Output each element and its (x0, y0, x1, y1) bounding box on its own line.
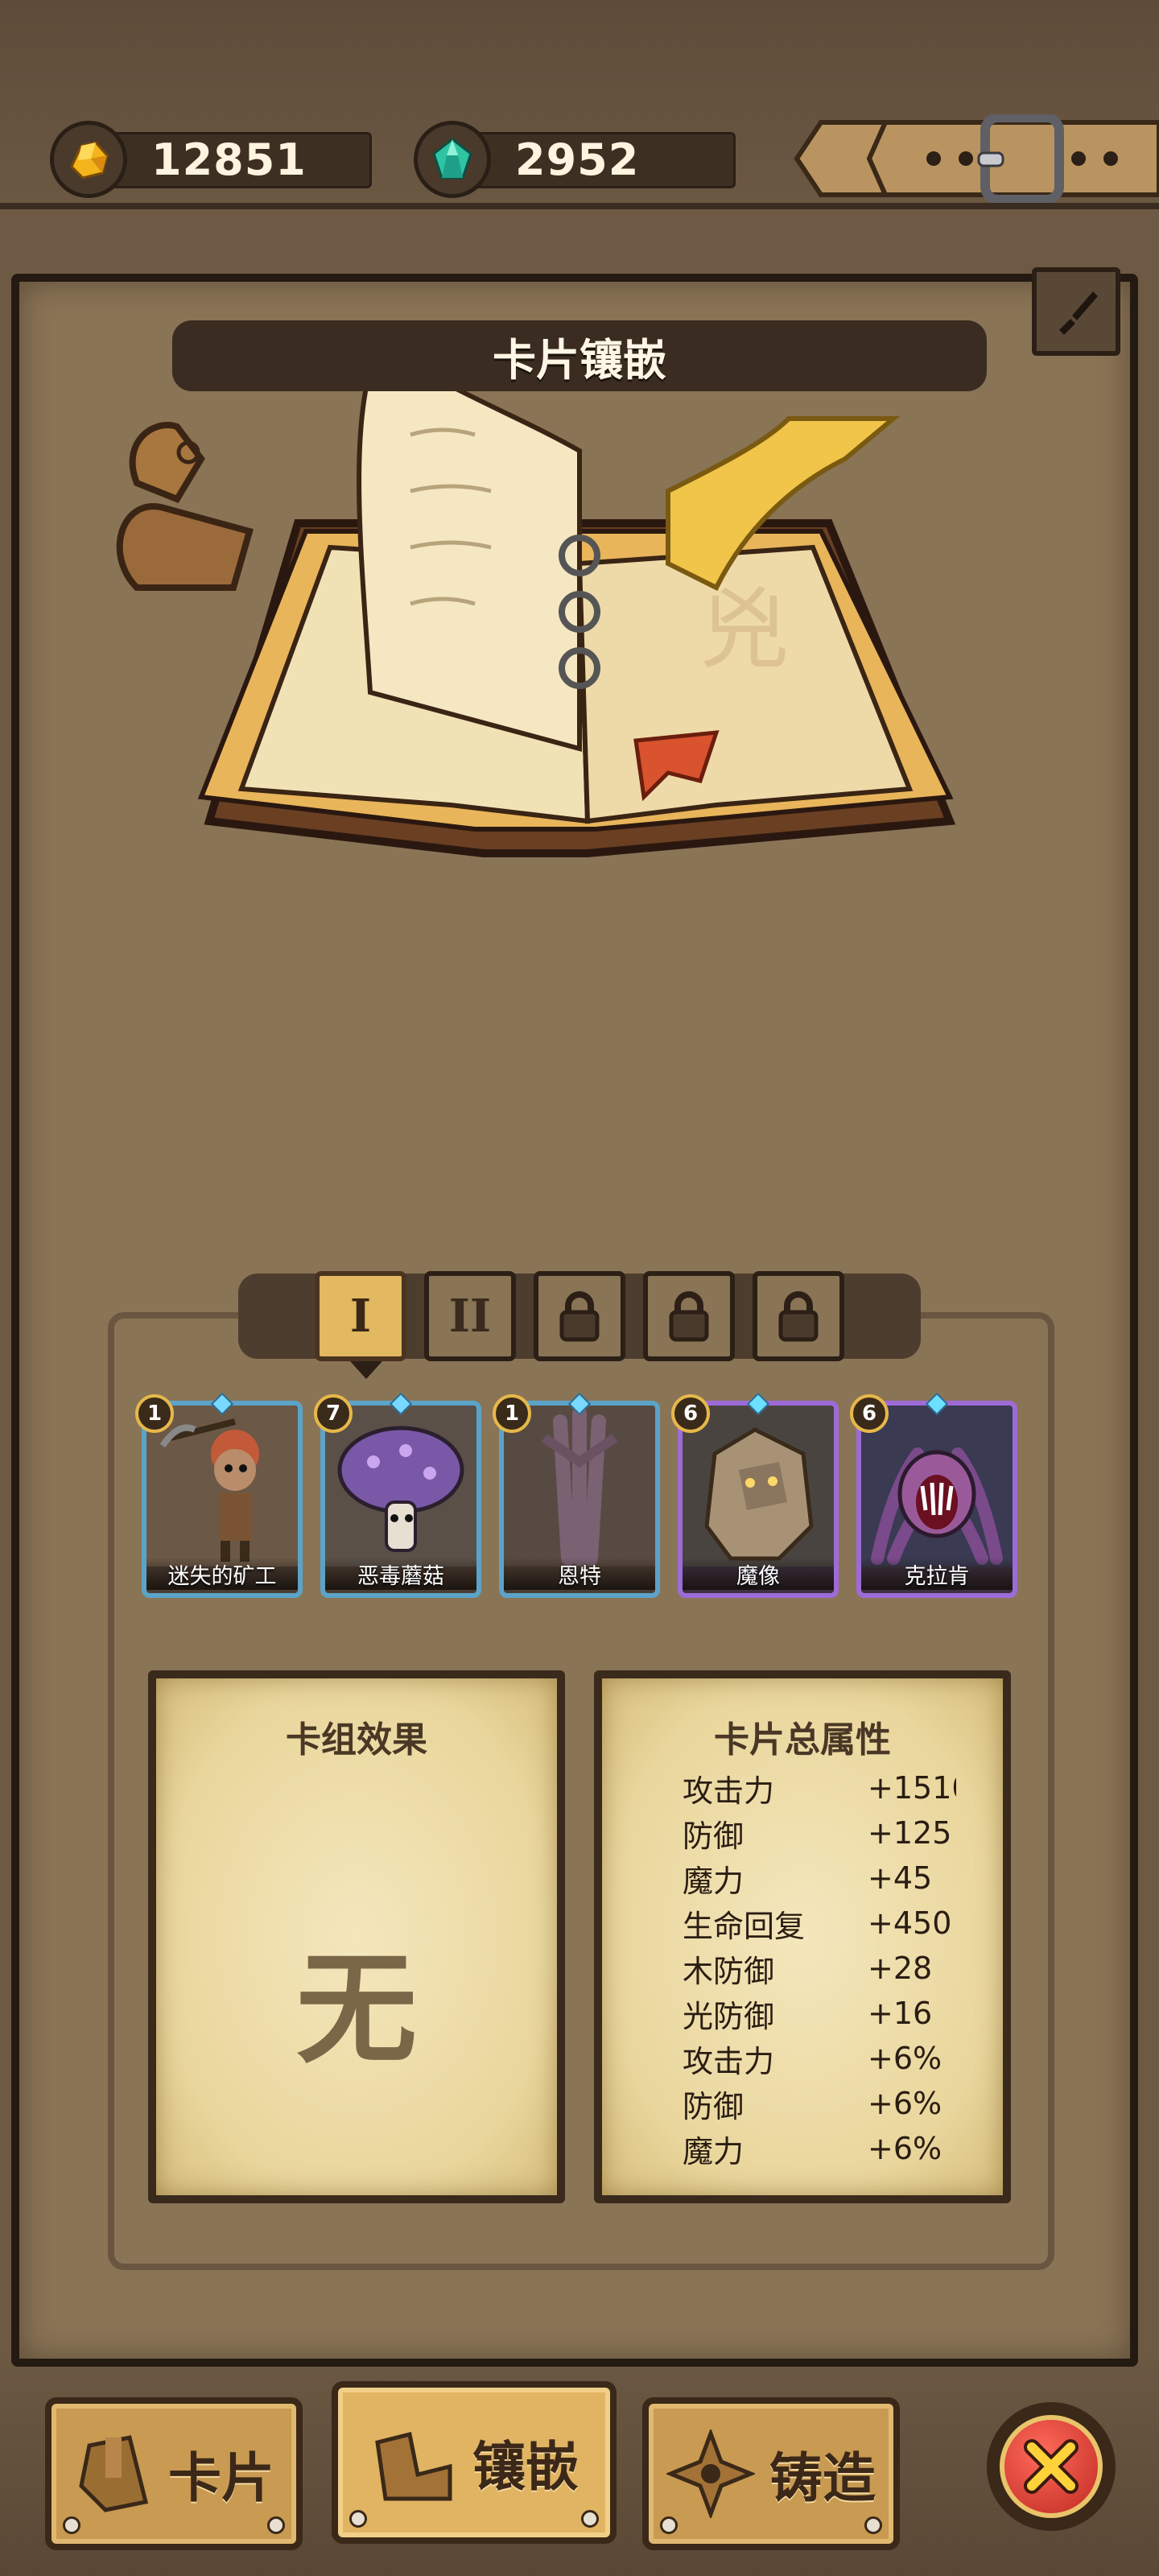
attribute-name: 魔力 (683, 1863, 744, 1899)
card-art-mushroom (325, 1406, 476, 1567)
card-name: 克拉肯 (861, 1558, 1013, 1590)
rivet (63, 2516, 80, 2534)
inlay-nav-button[interactable]: 镶嵌 (332, 2381, 617, 2544)
attribute-value: +6% (868, 2131, 942, 2166)
card-level-badge: 7 (314, 1394, 353, 1433)
close-button-face (1000, 2415, 1103, 2518)
deck-effect-panel: 卡组效果 无 (148, 1670, 565, 2203)
tab-page-2[interactable]: II (424, 1271, 516, 1361)
cards-nav-label: 卡片 (168, 2447, 274, 2509)
gold-value: 12851 (151, 134, 307, 185)
attribute-value: +28 (868, 1951, 933, 1986)
card-slot[interactable]: 6 克拉肯 (850, 1392, 1017, 1598)
strap-decoration (794, 114, 1159, 203)
forge-nav-label: 铸造 (769, 2447, 876, 2509)
attribute-value: +450 (868, 1905, 952, 1941)
edit-button[interactable] (1032, 267, 1120, 356)
close-icon (1024, 2439, 1079, 2494)
card-slot[interactable]: 1 迷失的矿工 (135, 1392, 303, 1598)
attribute-value: +45 (868, 1860, 933, 1896)
attribute-row: 木防御 +28 (683, 1946, 956, 1991)
card-art-ent (504, 1406, 655, 1567)
card-slot[interactable]: 1 恩特 (493, 1392, 660, 1598)
total-attributes-panel[interactable]: 卡片总属性 攻击力 +1510 防御 +125 魔力 +45 生命回复 +450 木防御… (594, 1670, 1011, 2203)
cards-nav-button[interactable]: 卡片 (45, 2397, 303, 2550)
rivet (267, 2516, 285, 2534)
gold-counter: 12851 (50, 121, 372, 198)
deck-effect-value: 无 (295, 1940, 417, 2080)
card-level-badge: 6 (850, 1394, 889, 1433)
title-bar: 卡片镶嵌 (172, 320, 987, 391)
inlay-nav-label: 镶嵌 (472, 2436, 579, 2498)
inlay-icon (375, 2431, 452, 2501)
attribute-row: 生命回复 +450 (683, 1901, 956, 1946)
card-name: 恶毒蘑菇 (325, 1558, 476, 1590)
attribute-value: +6% (868, 2086, 942, 2121)
attribute-row: 光防御 +16 (683, 1991, 956, 2036)
attribute-list[interactable]: 攻击力 +1510 防御 +125 魔力 +45 生命回复 +450 木防御 +28 光防… (683, 1765, 956, 2188)
attribute-value: +125 (868, 1815, 952, 1851)
card-art-kraken (861, 1406, 1013, 1567)
page-title: 卡片镶嵌 (493, 334, 666, 386)
attribute-value: +16 (868, 1996, 933, 2031)
attribute-name: 光防御 (683, 1998, 775, 2034)
attribute-name: 攻击力 (683, 2043, 775, 2079)
attribute-name: 防御 (683, 2088, 744, 2124)
card-icon (79, 2435, 149, 2512)
attribute-name: 魔力 (683, 2133, 744, 2169)
card-slots: 1 迷失的矿工 7 恶毒蘑菇 1 恩特 6 魔像 6 克拉肯 (135, 1392, 1027, 1602)
attribute-row: 防御 +125 (683, 1810, 956, 1856)
total-attributes-title: 卡片总属性 (714, 1719, 891, 1761)
brush-icon (1059, 291, 1098, 335)
attribute-name: 防御 (683, 1818, 744, 1854)
gem-counter: 2952 (414, 121, 736, 198)
attribute-name: 攻击力 (683, 1773, 775, 1809)
gem-value: 2952 (515, 134, 640, 185)
attribute-row: 攻击力 +6% (683, 2036, 956, 2081)
forge-icon (666, 2429, 755, 2518)
attribute-name: 木防御 (683, 1953, 775, 1989)
attribute-name: 生命回复 (683, 1908, 806, 1944)
attribute-value: +1510 (868, 1770, 956, 1806)
deck-effect-title: 卡组效果 (286, 1719, 427, 1761)
forge-nav-button[interactable]: 铸造 (642, 2397, 900, 2550)
svg-text:兇: 兇 (700, 578, 789, 681)
card-art-golem (683, 1406, 834, 1567)
card-level-badge: 6 (671, 1394, 710, 1433)
card-name: 迷失的矿工 (146, 1558, 298, 1590)
tab-page-3-locked[interactable] (534, 1271, 625, 1361)
rivet (864, 2516, 882, 2534)
gold-icon (50, 121, 127, 198)
deck-page-tabs: I II (238, 1264, 921, 1379)
attribute-value: +6% (868, 2041, 942, 2076)
tab-page-5-locked[interactable] (753, 1271, 844, 1361)
card-level-badge: 1 (135, 1394, 174, 1433)
card-slot[interactable]: 6 魔像 (671, 1392, 839, 1598)
card-name: 恩特 (504, 1558, 655, 1590)
rivet (660, 2516, 678, 2534)
lock-icon (778, 1291, 819, 1342)
tab-page-1[interactable]: I (315, 1271, 406, 1379)
card-level-badge: 1 (493, 1394, 531, 1433)
attribute-row: 攻击力 +1510 (683, 1765, 956, 1810)
card-book-illustration: 兇 (116, 342, 956, 857)
card-art-miner (146, 1406, 298, 1567)
rivet (581, 2510, 599, 2528)
attribute-row: 魔力 +45 (683, 1856, 956, 1901)
card-slot[interactable]: 7 恶毒蘑菇 (314, 1392, 481, 1598)
lock-icon (669, 1291, 709, 1342)
attribute-row: 防御 +6% (683, 2081, 956, 2126)
attribute-row: 魔力 +6% (683, 2126, 956, 2171)
card-name: 魔像 (683, 1558, 834, 1590)
close-button[interactable] (987, 2402, 1116, 2531)
tab-page-4-locked[interactable] (643, 1271, 735, 1361)
lock-icon (559, 1291, 600, 1342)
gem-icon (414, 121, 491, 198)
rivet (349, 2510, 367, 2528)
